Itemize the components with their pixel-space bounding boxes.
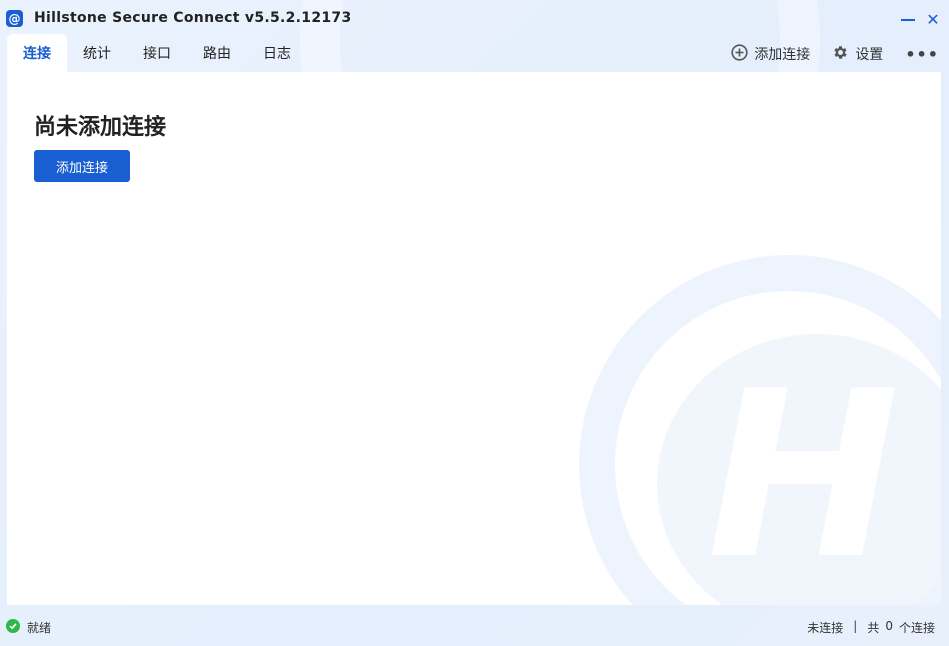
app-logo-icon: @ bbox=[6, 10, 23, 27]
empty-state-title: 尚未添加连接 bbox=[34, 115, 167, 140]
status-bar: 就绪 未连接 | 共 0 个连接 bbox=[0, 606, 949, 646]
connection-panel: H 尚未添加连接 添加连接 bbox=[7, 72, 941, 605]
connection-state: 未连接 bbox=[807, 621, 844, 635]
tab-route[interactable]: 路由 bbox=[187, 34, 247, 72]
total-suffix: 个连接 bbox=[898, 621, 935, 635]
tab-interface[interactable]: 接口 bbox=[127, 34, 187, 72]
settings-label: 设置 bbox=[855, 47, 884, 63]
check-circle-icon bbox=[6, 619, 20, 633]
app-window: @ Hillstone Secure Connect v5.5.2.12173 … bbox=[0, 0, 949, 646]
minimize-button[interactable] bbox=[897, 8, 919, 30]
status-separator: | bbox=[853, 619, 858, 633]
settings-action[interactable]: 设置 bbox=[832, 44, 883, 65]
add-connection-action[interactable]: 添加连接 bbox=[731, 43, 811, 65]
tab-statistics[interactable]: 统计 bbox=[67, 34, 127, 72]
plus-circle-icon bbox=[731, 43, 748, 65]
status-ready: 就绪 bbox=[27, 621, 52, 635]
more-menu-button[interactable]: ••• bbox=[905, 45, 939, 64]
tab-connection[interactable]: 连接 bbox=[7, 34, 67, 72]
total-prefix: 共 bbox=[867, 621, 880, 635]
add-connection-button[interactable]: 添加连接 bbox=[34, 150, 130, 182]
gear-icon bbox=[832, 44, 849, 65]
minimize-icon bbox=[901, 19, 915, 21]
connection-summary: 未连接 | 共 0 个连接 bbox=[807, 619, 935, 636]
toolbar-actions: 添加连接 设置 ••• bbox=[709, 43, 939, 65]
close-button[interactable]: ✕ bbox=[922, 8, 944, 30]
watermark-logo: H bbox=[707, 343, 900, 605]
total-count: 0 bbox=[885, 619, 893, 633]
add-connection-label: 添加连接 bbox=[754, 47, 811, 63]
title-bar[interactable]: @ Hillstone Secure Connect v5.5.2.12173 … bbox=[0, 0, 949, 36]
more-horizontal-icon: ••• bbox=[905, 44, 939, 64]
tab-log[interactable]: 日志 bbox=[247, 34, 307, 72]
main-tabs: 连接 统计 接口 路由 日志 bbox=[7, 34, 307, 72]
window-title: Hillstone Secure Connect v5.5.2.12173 bbox=[34, 10, 352, 26]
